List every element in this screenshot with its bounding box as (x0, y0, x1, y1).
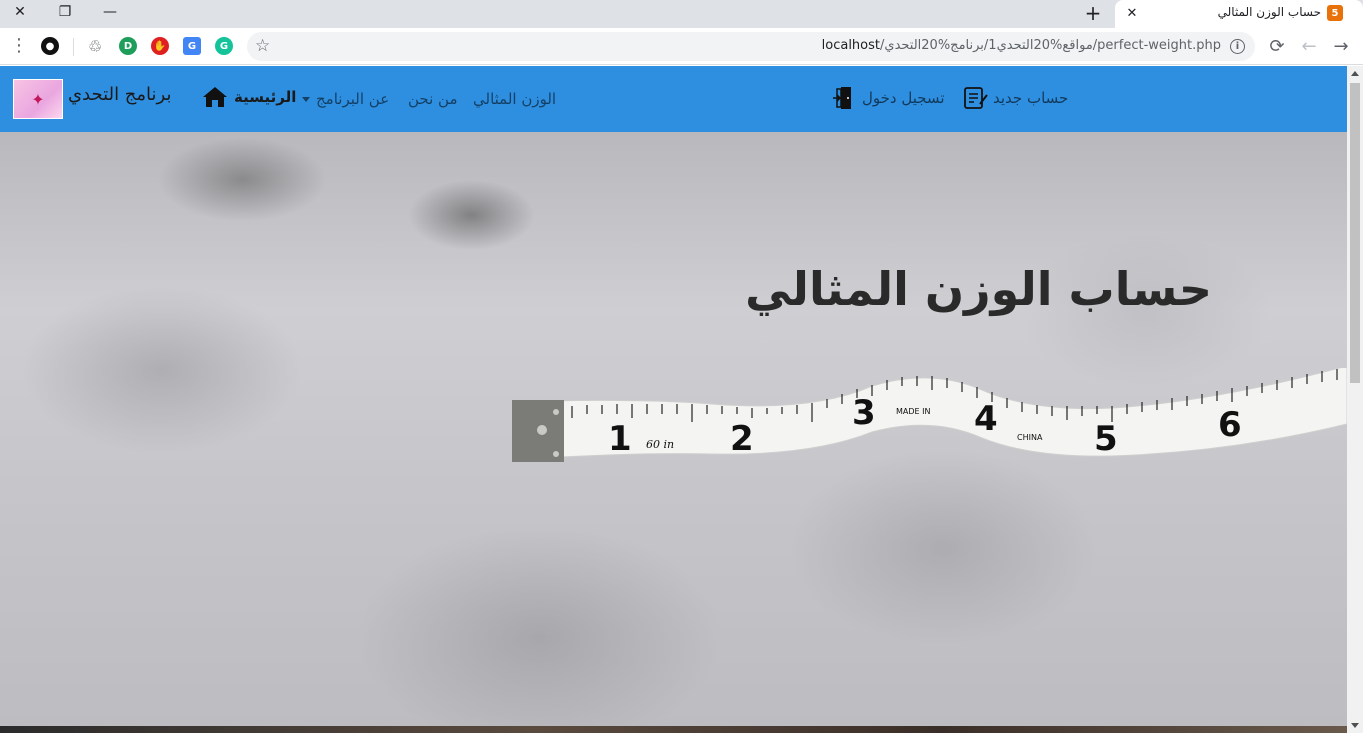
idm-extension-icon[interactable]: D (119, 37, 137, 55)
brand-logo[interactable]: ✦ (13, 79, 63, 119)
window-restore-button[interactable]: ❐ (45, 0, 85, 24)
plus-icon: + (1084, 1, 1102, 25)
tab-title: حساب الوزن المثالي (1217, 5, 1321, 19)
next-section-preview (0, 726, 1347, 733)
restore-icon: ❐ (58, 4, 72, 20)
minimize-icon: — (103, 4, 117, 20)
browser-toolbar: ⋮ ● ♲ D ✋ G G ☆ localhost/مواقع%20التحدي… (0, 28, 1363, 65)
html-icon: 5 (1327, 5, 1343, 21)
tape-number-3: 3 (852, 393, 876, 433)
browser-tab-strip: ✕ ❐ — + 5 حساب الوزن المثالي ✕ (0, 0, 1363, 28)
window-close-button[interactable]: ✕ (0, 0, 40, 24)
tape-number-1: 1 (608, 419, 632, 459)
register-form-icon (964, 87, 988, 109)
hero-title: حساب الوزن المثالي (745, 262, 1212, 316)
browser-menu-button[interactable]: ⋮ (10, 34, 28, 58)
recycle-icon[interactable]: ♲ (86, 37, 104, 56)
brand-name[interactable]: برنامج التحدي (68, 84, 172, 105)
login-door-icon (833, 87, 851, 109)
grammarly-icon[interactable]: G (215, 37, 233, 55)
tape-number-5: 5 (1094, 419, 1118, 459)
nav-register-link[interactable]: حساب جديد (963, 86, 1068, 110)
bookmark-star-icon[interactable]: ☆ (255, 36, 270, 56)
tape-number-6: 6 (1218, 405, 1242, 445)
scrollbar-thumb[interactable] (1350, 83, 1360, 383)
nav-register-label: حساب جديد (993, 89, 1069, 107)
google-translate-icon[interactable]: G (183, 37, 201, 55)
nav-about-program-dropdown[interactable]: عن البرنامج (302, 90, 389, 108)
tab-close-button[interactable]: ✕ (1123, 4, 1141, 22)
browser-tab-active[interactable]: 5 حساب الوزن المثالي ✕ (1115, 0, 1363, 28)
nav-login-link[interactable]: تسجيل دخول (832, 86, 945, 110)
toolbar-divider (73, 38, 74, 56)
adblock-icon[interactable]: ✋ (151, 37, 169, 55)
back-button[interactable]: → (1329, 34, 1353, 58)
tape-number-4: 4 (974, 399, 998, 439)
measuring-tape-image: 1 2 3 4 5 6 60 in MADE IN CHINA (512, 368, 1347, 462)
tape-made-in-text: MADE IN (896, 407, 930, 416)
reload-button[interactable]: ⟳ (1265, 34, 1289, 58)
close-icon: ✕ (14, 4, 26, 20)
site-navbar: ✦ برنامج التحدي الرئيسية عن البرنامج من … (0, 66, 1347, 132)
address-bar[interactable]: ☆ localhost/مواقع%20التحدي1/برنامج%20الت… (247, 32, 1255, 61)
page-scrollbar[interactable] (1347, 66, 1363, 733)
reload-icon: ⟳ (1269, 35, 1285, 57)
logo-figures-icon: ✦ (31, 89, 45, 109)
window-minimize-button[interactable]: — (90, 0, 130, 24)
tape-unit-text: 60 in (646, 438, 674, 451)
extension-dark-icon[interactable]: ● (41, 37, 59, 55)
nav-about-us-link[interactable]: من نحن (408, 90, 458, 108)
nav-about-program-label: عن البرنامج (316, 90, 390, 108)
tape-number-2: 2 (730, 419, 754, 459)
nav-home-label: الرئيسية (234, 88, 297, 106)
hero-section: حساب الوزن المثالي 1 2 3 4 5 6 60 in MAD… (0, 132, 1347, 726)
new-tab-button[interactable]: + (1082, 1, 1104, 25)
chevron-down-icon (302, 97, 310, 102)
scroll-down-arrow-icon[interactable] (1351, 723, 1359, 728)
scroll-up-arrow-icon[interactable] (1351, 71, 1359, 76)
nav-perfect-weight-link[interactable]: الوزن المثالي (473, 90, 556, 108)
tape-china-text: CHINA (1017, 433, 1043, 442)
nav-login-label: تسجيل دخول (862, 89, 945, 107)
arrow-right-icon: → (1333, 35, 1349, 57)
arrow-left-icon: ← (1301, 35, 1317, 57)
home-icon (203, 87, 227, 107)
nav-home-link[interactable]: الرئيسية (202, 86, 296, 108)
url-text[interactable]: localhost/مواقع%20التحدي1/برنامج%20التحد… (822, 38, 1221, 53)
forward-button[interactable]: ← (1297, 34, 1321, 58)
close-icon: ✕ (1126, 5, 1138, 21)
site-info-icon[interactable]: i (1230, 39, 1245, 54)
